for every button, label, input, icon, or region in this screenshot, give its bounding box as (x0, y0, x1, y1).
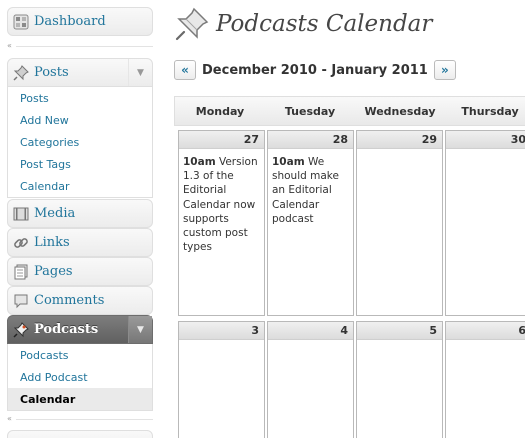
next-range-button[interactable]: » (433, 60, 456, 80)
pushpin-icon (8, 58, 34, 87)
menu-pages-label: Pages (34, 264, 73, 279)
menu-pages[interactable]: Pages (7, 257, 153, 286)
calendar-day[interactable]: 6 (445, 321, 525, 438)
menu-media-label: Media (34, 206, 76, 221)
calendar-day[interactable]: 27 10am Version 1.3 of the Editorial Cal… (178, 130, 265, 316)
dow-tuesday: Tuesday (284, 104, 336, 118)
pushpin-icon (8, 315, 34, 344)
calendar-day[interactable]: 29 (356, 130, 443, 316)
admin-sidebar: Dashboard « Posts ▼ Posts Add New Catego… (0, 0, 158, 438)
media-icon (8, 199, 34, 228)
comments-icon (8, 286, 34, 315)
calendar-post[interactable]: 10am Version 1.3 of the Editorial Calend… (179, 149, 264, 254)
dow-monday: Monday (195, 104, 245, 118)
menu-next-item[interactable] (7, 430, 153, 438)
day-number: 30 (446, 131, 525, 149)
chevron-down-icon[interactable]: ▼ (128, 59, 152, 86)
post-title: Version 1.3 of the Editorial Calendar no… (183, 156, 258, 254)
day-number: 4 (268, 322, 353, 340)
links-icon (8, 228, 34, 257)
calendar-header: Monday Tuesday Wednesday Thursday (174, 96, 525, 126)
page-title: Podcasts Calendar (216, 11, 433, 37)
date-range: December 2010 - January 2011 (202, 62, 428, 78)
submenu-podcasts-calendar[interactable]: Calendar (8, 388, 152, 410)
day-number: 3 (179, 322, 264, 340)
menu-separator[interactable]: « (7, 414, 153, 424)
day-number: 6 (446, 322, 525, 340)
calendar-day[interactable]: 5 (356, 321, 443, 438)
menu-podcasts-label: Podcasts (34, 322, 99, 337)
calendar-day[interactable]: 28 10am We should make an Editorial Cale… (267, 130, 354, 316)
menu-links-label: Links (34, 235, 70, 250)
submenu-categories[interactable]: Categories (8, 131, 152, 153)
menu-dashboard-label: Dashboard (34, 14, 106, 29)
title-row: Podcasts Calendar (174, 6, 432, 42)
submenu-add-podcast[interactable]: Add Podcast (8, 366, 152, 388)
menu-posts-label: Posts (34, 65, 69, 80)
submenu-post-tags[interactable]: Post Tags (8, 153, 152, 175)
pushpin-icon (175, 7, 209, 41)
separator-line (15, 418, 153, 420)
submenu-add-new[interactable]: Add New (8, 109, 152, 131)
menu-separator[interactable]: « (7, 41, 153, 51)
podcasts-submenu: Podcasts Add Podcast Calendar (7, 344, 153, 411)
dashboard-icon (8, 7, 34, 36)
menu-comments[interactable]: Comments (7, 286, 153, 315)
main-content: Podcasts Calendar « December 2010 - Janu… (158, 0, 525, 438)
collapse-toggle-icon[interactable]: « (7, 415, 12, 423)
menu-dashboard[interactable]: Dashboard (7, 7, 153, 36)
day-number: 27 (179, 131, 264, 149)
day-number: 28 (268, 131, 353, 149)
post-time: 10am (272, 156, 305, 168)
chevron-down-icon[interactable]: ▼ (128, 316, 152, 343)
dow-wednesday: Wednesday (364, 104, 436, 118)
submenu-podcasts[interactable]: Podcasts (8, 344, 152, 366)
calendar-day[interactable]: 30 (445, 130, 525, 316)
calendar-day[interactable]: 3 (178, 321, 265, 438)
menu-media[interactable]: Media (7, 199, 153, 228)
day-number: 29 (357, 131, 442, 149)
calendar-day[interactable]: 4 (267, 321, 354, 438)
prev-range-button[interactable]: « (174, 60, 196, 80)
menu-podcasts[interactable]: Podcasts ▼ (7, 315, 153, 344)
collapse-toggle-icon[interactable]: « (7, 42, 12, 50)
calendar-post[interactable]: 10am We should make an Editorial Calenda… (268, 149, 353, 226)
day-number: 5 (357, 322, 442, 340)
submenu-calendar[interactable]: Calendar (8, 175, 152, 197)
submenu-posts[interactable]: Posts (8, 87, 152, 109)
menu-links[interactable]: Links (7, 228, 153, 257)
posts-submenu: Posts Add New Categories Post Tags Calen… (7, 87, 153, 198)
pages-icon (8, 257, 34, 286)
menu-comments-label: Comments (34, 293, 105, 308)
menu-posts[interactable]: Posts ▼ (7, 58, 153, 87)
post-time: 10am (183, 156, 216, 168)
calendar-nav: « December 2010 - January 2011 » (174, 60, 456, 80)
separator-line (15, 45, 153, 47)
dow-thursday: Thursday (461, 104, 519, 118)
